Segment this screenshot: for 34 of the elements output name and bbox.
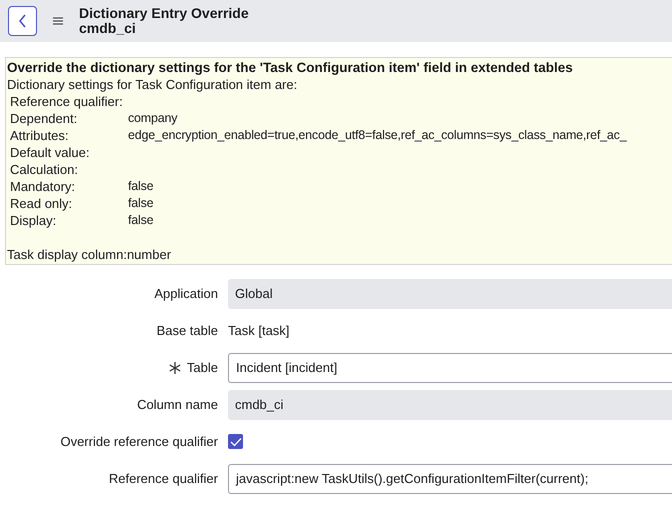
- menu-icon[interactable]: [53, 17, 63, 25]
- field-label: Reference qualifier: [108, 471, 218, 486]
- record-name: cmdb_ci: [79, 21, 136, 36]
- field-label: Table: [186, 360, 218, 375]
- setting-label: Dependent:: [10, 110, 78, 127]
- checkbox[interactable]: [228, 434, 243, 449]
- info-intro: Dictionary settings for Task Configuration item are:: [7, 76, 298, 93]
- setting-label: Calculation:: [10, 161, 79, 178]
- setting-label: Read only:: [10, 195, 74, 212]
- field-label: Base table: [156, 323, 218, 338]
- setting-label: Mandatory:: [10, 178, 76, 195]
- field-value: Task [task]: [228, 323, 290, 338]
- back-button[interactable]: [8, 6, 37, 36]
- field-label: Override reference qualifier: [60, 434, 218, 449]
- setting-label: Display:: [10, 212, 58, 229]
- setting-value: company: [128, 110, 178, 127]
- page-title: Dictionary Entry Override: [79, 6, 249, 21]
- setting-label: Reference qualifier:: [10, 93, 124, 110]
- setting-value: false: [128, 212, 154, 229]
- setting-value: false: [128, 195, 154, 212]
- required-asterisk-icon: [168, 362, 181, 374]
- readonly-field: Global: [228, 278, 672, 308]
- info-heading: Override the dictionary settings for the 'Task Configuration item' field in extended tables: [7, 59, 574, 76]
- setting-label: Default value:: [10, 144, 90, 161]
- info-footer: Task display column:number: [7, 246, 672, 263]
- setting-label: Attributes:: [10, 127, 70, 144]
- input-field[interactable]: javascript:new TaskUtils().getConfigurationItemFilter(current);: [228, 464, 672, 494]
- readonly-field: cmdb_ci: [228, 390, 672, 420]
- chevron-left-icon: [18, 14, 28, 28]
- setting-value: edge_encryption_enabled=true,encode_utf8=false,ref_ac_columns=sys_class_name,ref_ac_: [128, 127, 626, 144]
- setting-value: false: [128, 178, 154, 195]
- field-label: Column name: [137, 397, 218, 412]
- field-label: Application: [154, 286, 218, 301]
- input-field[interactable]: Incident [incident]: [228, 352, 672, 382]
